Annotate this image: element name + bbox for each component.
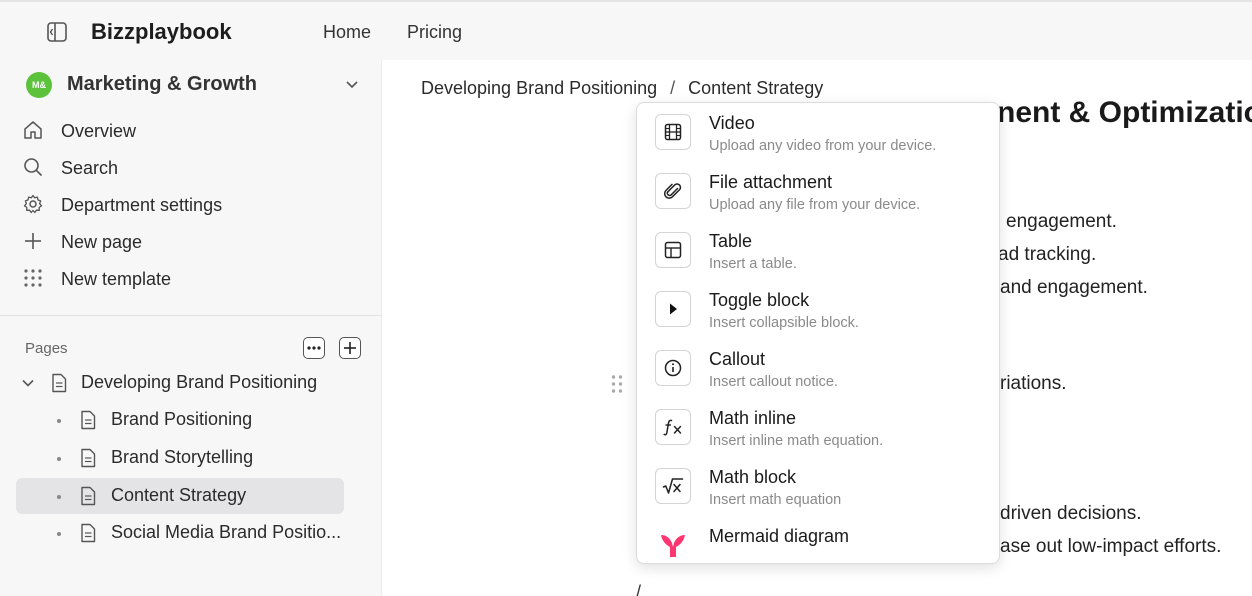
pages-section-label: Pages [25,340,68,357]
menu-item-description: Insert callout notice. [709,374,838,390]
chevron-down-icon[interactable] [21,376,35,390]
document-icon [52,373,67,393]
document-text-line[interactable]: ad tracking. [998,244,1096,266]
document-icon [81,523,96,543]
sidebar-item-search[interactable]: Search [22,152,362,182]
document-icon [81,486,96,506]
sidebar-item-overview[interactable]: Overview [22,115,362,145]
menu-item-title: Callout [709,349,766,369]
department-switcher[interactable]: M& Marketing & Growth [26,70,366,100]
pages-more-button[interactable] [303,337,325,359]
info-icon [655,350,691,386]
search-icon [24,158,43,177]
paperclip-icon [655,173,691,209]
top-bar: Bizzplaybook Home Pricing [0,0,1252,60]
department-avatar: M& [26,72,52,98]
video-icon [655,114,691,150]
document-icon [81,448,96,468]
breadcrumb: Developing Brand Positioning / Content Str… [421,78,823,99]
sqrt-icon [655,468,691,504]
menu-item-title: Toggle block [709,290,810,310]
menu-item-video[interactable]: Video Upload any video from your device. [637,103,999,162]
menu-item-description: Upload any video from your device. [709,138,937,154]
add-page-button[interactable] [339,337,361,359]
grid-icon [24,269,42,287]
document-text-line[interactable]: and engagement. [1000,277,1148,299]
page-tree-item-brand-storytelling[interactable]: Brand Storytelling [16,440,344,476]
menu-item-title: Table [709,231,753,251]
sidebar-toggle-icon[interactable] [46,21,68,43]
page-tree-label: Brand Positioning [111,409,253,429]
mermaid-icon [655,527,691,563]
page-tree-label: Social Media Brand Positio... [111,522,342,542]
plus-icon [344,342,356,354]
document-icon [81,410,96,430]
menu-item-description: Insert inline math equation. [709,433,884,449]
menu-item-description: Upload any file from your device. [709,197,921,213]
sidebar-item-new-page[interactable]: New page [22,226,362,256]
bullet [57,532,61,536]
brand-logo-text[interactable]: Bizzplaybook [91,19,232,45]
document-text-line[interactable]: ase out low-impact efforts. [1000,536,1221,558]
more-horizontal-icon [307,346,321,350]
document-text-line[interactable]: driven decisions. [1000,503,1142,525]
menu-item-title: Video [709,113,755,133]
menu-item-math-inline[interactable]: Math inline Insert inline math equation. [637,398,999,457]
document-text-line[interactable]: riations. [1000,373,1067,395]
menu-item-file-attachment[interactable]: File attachment Upload any file from you… [637,162,999,221]
slash-command-input[interactable]: / [636,582,641,596]
drag-handle-icon[interactable] [610,374,624,394]
menu-item-callout[interactable]: Callout Insert callout notice. [637,339,999,398]
document-heading[interactable]: nent & Optimizatio [997,96,1252,130]
menu-item-description: Insert math equation [709,492,842,508]
gear-icon [23,194,43,214]
menu-item-mermaid-diagram[interactable]: Mermaid diagram [637,516,999,563]
breadcrumb-item[interactable]: Content Strategy [688,78,823,98]
menu-item-title: Math block [709,467,797,487]
sidebar-item-department-settings[interactable]: Department settings [22,189,362,219]
menu-item-description: Insert a table. [709,256,797,272]
function-icon [655,409,691,445]
breadcrumb-separator: / [670,78,676,98]
sidebar-item-label: New template [61,269,172,289]
chevron-down-icon [346,81,358,89]
bullet [57,457,61,461]
page-tree-item-developing-brand-positioning[interactable]: Developing Brand Positioning [16,365,344,401]
sidebar-divider [0,315,382,316]
menu-item-title: File attachment [709,172,833,192]
document-text-line[interactable]: engagement. [1006,211,1117,233]
menu-item-title: Mermaid diagram [709,526,850,546]
page-tree-item-social-media-brand-positioning[interactable]: Social Media Brand Positio... [16,515,344,551]
table-icon [655,232,691,268]
sidebar: M& Marketing & Growth Overview Search De… [0,60,382,596]
sidebar-item-label: New page [61,232,143,252]
play-icon [655,291,691,327]
page-tree-label: Developing Brand Positioning [81,372,318,392]
page-tree-item-brand-positioning[interactable]: Brand Positioning [16,402,344,438]
page-tree-label: Content Strategy [111,485,247,505]
page-tree-label: Brand Storytelling [111,447,254,467]
department-name: Marketing & Growth [67,73,258,95]
sidebar-item-label: Department settings [61,195,223,215]
bullet [57,419,61,423]
menu-item-description: Insert collapsible block. [709,315,859,331]
page-tree-item-content-strategy[interactable]: Content Strategy [16,478,344,514]
block-insert-menu: Video Upload any video from your device.… [636,102,1000,564]
menu-item-title: Math inline [709,408,797,428]
sidebar-item-label: Overview [61,121,137,141]
home-icon [24,121,42,139]
menu-item-math-block[interactable]: Math block Insert math equation [637,457,999,516]
menu-item-toggle-block[interactable]: Toggle block Insert collapsible block. [637,280,999,339]
nav-home[interactable]: Home [323,22,371,43]
menu-item-table[interactable]: Table Insert a table. [637,221,999,280]
plus-icon [25,233,41,249]
breadcrumb-item[interactable]: Developing Brand Positioning [421,78,657,98]
bullet [57,495,61,499]
sidebar-item-label: Search [61,158,119,178]
nav-pricing[interactable]: Pricing [407,22,462,43]
sidebar-item-new-template[interactable]: New template [22,263,362,293]
